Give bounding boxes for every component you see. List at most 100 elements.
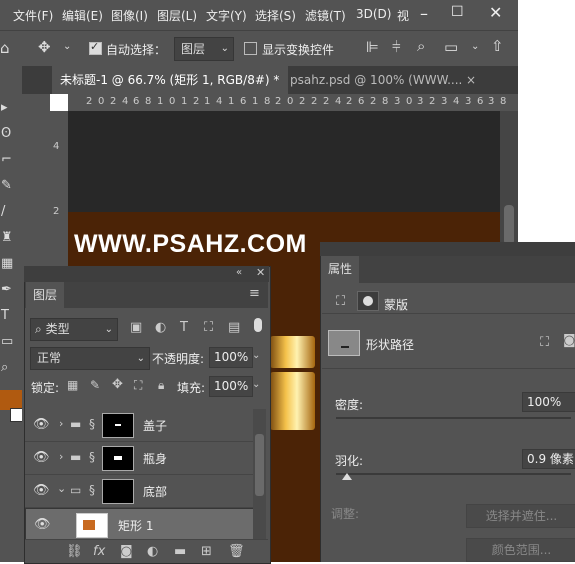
tab-untitled-1[interactable]: 未标题-1 @ 66.7% (矩形 1, RGB/8#) * [52, 66, 288, 94]
canvas-scroll-thumb[interactable] [504, 205, 514, 245]
feather-slider-knob[interactable] [342, 473, 352, 480]
gradient-tool-icon[interactable]: ▦ [1, 256, 13, 271]
lock-pixels-icon[interactable]: ✎ [90, 378, 100, 392]
restore-icon[interactable]: ☐ [451, 4, 464, 20]
adjustment-layer-icon[interactable]: ◐ [147, 544, 158, 559]
chevron-down-icon[interactable]: ⌄ [57, 482, 66, 495]
align-left-icon[interactable]: ⊫ [366, 38, 379, 56]
auto-select-dropdown[interactable]: 图层 ⌄ [174, 37, 234, 61]
home-icon[interactable]: ⌂ [0, 39, 10, 57]
shape-tool-icon[interactable]: ▭ [1, 334, 13, 349]
show-transform-checkbox[interactable] [244, 42, 257, 55]
tab-properties[interactable]: 属性 [321, 256, 359, 283]
filter-smart-object-icon[interactable]: ▤ [228, 320, 240, 335]
close-icon[interactable]: × [466, 66, 476, 94]
density-slider[interactable] [336, 417, 571, 419]
tab-untitled-1-label: 未标题-1 @ 66.7% (矩形 1, RGB/8#) * [60, 73, 280, 87]
pixel-mask-icon[interactable]: ⛶ [336, 294, 345, 309]
align-center-icon[interactable]: ⫩ [392, 38, 401, 56]
menu-edit[interactable]: 编辑(E) [62, 7, 103, 24]
new-group-icon[interactable]: ▬ [174, 544, 186, 559]
layer-mask-thumbnail [102, 413, 134, 438]
lock-all-icon[interactable]: 🔒︎ [158, 378, 164, 393]
auto-select-checkbox[interactable] [89, 40, 102, 55]
menu-file[interactable]: 文件(F) [13, 7, 53, 24]
lock-artboard-icon[interactable]: ⛶ [134, 378, 142, 393]
new-layer-icon[interactable]: ⊞ [201, 544, 212, 559]
shape-path-thumbnail [328, 330, 360, 356]
menu-type[interactable]: 文字(Y) [206, 7, 247, 24]
color-range-button[interactable]: 颜色范围... [466, 538, 575, 562]
ruler-label: 1 [252, 96, 259, 107]
lock-transparent-icon[interactable]: ▦ [67, 378, 78, 392]
share-icon[interactable]: ⇧ [491, 37, 504, 55]
close-icon[interactable]: ✕ [256, 266, 265, 279]
chevron-down-icon[interactable]: ⌄ [63, 41, 71, 52]
menu-3d[interactable]: 3D(D) [356, 7, 391, 21]
ruler-label: 2 [110, 96, 117, 107]
layer-row-bottom[interactable]: 👁︎ ⌄ ▭ § 底部 [25, 475, 253, 508]
search-icon[interactable]: ⌕ [417, 37, 425, 55]
menu-view[interactable]: 视 [397, 7, 409, 24]
stamp-tool-icon[interactable]: ♜ [1, 230, 13, 245]
tab-layers[interactable]: 图层 [26, 282, 64, 308]
opacity-input[interactable]: 100% [209, 347, 253, 368]
chevron-down-icon[interactable]: ⌄ [252, 379, 260, 390]
filter-type-icon[interactable]: T [180, 320, 188, 335]
layer-row-rect[interactable]: 👁︎ 矩形 1 [25, 508, 255, 542]
minimize-icon[interactable]: – [420, 4, 428, 23]
fx-icon[interactable]: fx [93, 544, 105, 559]
add-mask-icon[interactable]: ◙ [120, 544, 133, 559]
layer-filter-dropdown[interactable]: ⌕ 类型 ⌄ [30, 318, 118, 341]
trash-icon[interactable]: 🗑︎ [228, 544, 245, 559]
ruler-label: 3 [488, 96, 495, 107]
load-selection-icon[interactable]: ⛶ [540, 335, 549, 350]
lasso-tool-icon[interactable]: ʘ [1, 126, 11, 141]
filter-toggle[interactable] [254, 318, 262, 332]
foreground-color-swatch[interactable] [0, 390, 22, 410]
close-window-icon[interactable]: ✕ [489, 3, 502, 22]
zoom-tool-icon[interactable]: ⌕ [1, 360, 8, 375]
type-tool-icon[interactable]: T [1, 308, 9, 323]
eyedropper-tool-icon[interactable]: ✎ [1, 178, 12, 193]
menu-select[interactable]: 选择(S) [255, 7, 296, 24]
fill-input[interactable]: 100% [209, 376, 253, 397]
layer-row-lid[interactable]: 👁︎ › ▬ § 盖子 [25, 409, 253, 442]
apply-mask-icon[interactable]: ◙ [563, 333, 575, 348]
layers-scroll-thumb[interactable] [255, 434, 264, 496]
eye-icon[interactable]: 👁︎ [34, 517, 51, 532]
divider [322, 313, 575, 314]
chevron-right-icon[interactable]: › [59, 417, 63, 430]
chevron-right-icon[interactable]: › [59, 450, 63, 463]
eye-icon[interactable]: 👁︎ [33, 417, 50, 432]
layer-row-body[interactable]: 👁︎ › ▬ § 瓶身 [25, 442, 253, 475]
menu-image[interactable]: 图像(I) [111, 7, 148, 24]
brush-tool-icon[interactable]: / [1, 204, 5, 219]
lock-position-icon[interactable]: ✥ [112, 377, 123, 392]
filter-shape-icon[interactable]: ⛶ [204, 320, 213, 335]
select-and-mask-button[interactable]: 选择并遮住... [466, 504, 575, 528]
menu-filter[interactable]: 滤镜(T) [305, 7, 346, 24]
chevron-down-icon[interactable]: ⌄ [471, 41, 479, 52]
filter-adjustment-icon[interactable]: ◐ [155, 320, 166, 335]
collapse-icon[interactable]: « [236, 267, 242, 278]
workspace-icon[interactable]: ▭ [444, 38, 458, 56]
chevron-down-icon[interactable]: ⌄ [252, 350, 260, 361]
eye-icon[interactable]: 👁︎ [33, 483, 50, 498]
density-input[interactable]: 100% [522, 392, 575, 412]
eye-icon[interactable]: 👁︎ [33, 450, 50, 465]
tab-psahz-label: psahz.psd @ 100% (WWW.... [290, 73, 463, 87]
vector-mask-button[interactable] [357, 291, 379, 311]
pen-tool-icon[interactable]: ✒ [1, 282, 12, 297]
feather-slider[interactable] [336, 473, 571, 475]
filter-pixel-icon[interactable]: ▣ [130, 320, 142, 335]
crop-tool-icon[interactable]: ⌐ [1, 152, 12, 167]
move-tool-icon[interactable]: ▸ [1, 100, 8, 115]
link-layers-icon[interactable]: ⛓ [66, 544, 83, 559]
move-tool-icon[interactable]: ✥ [38, 38, 51, 56]
blend-mode-dropdown[interactable]: 正常 ⌄ [30, 347, 150, 370]
menu-layer[interactable]: 图层(L) [157, 7, 197, 24]
feather-input[interactable]: 0.9 像素 [522, 449, 575, 469]
tab-psahz[interactable]: psahz.psd @ 100% (WWW.... × [282, 66, 502, 94]
panel-menu-icon[interactable]: ≡ [249, 286, 260, 301]
